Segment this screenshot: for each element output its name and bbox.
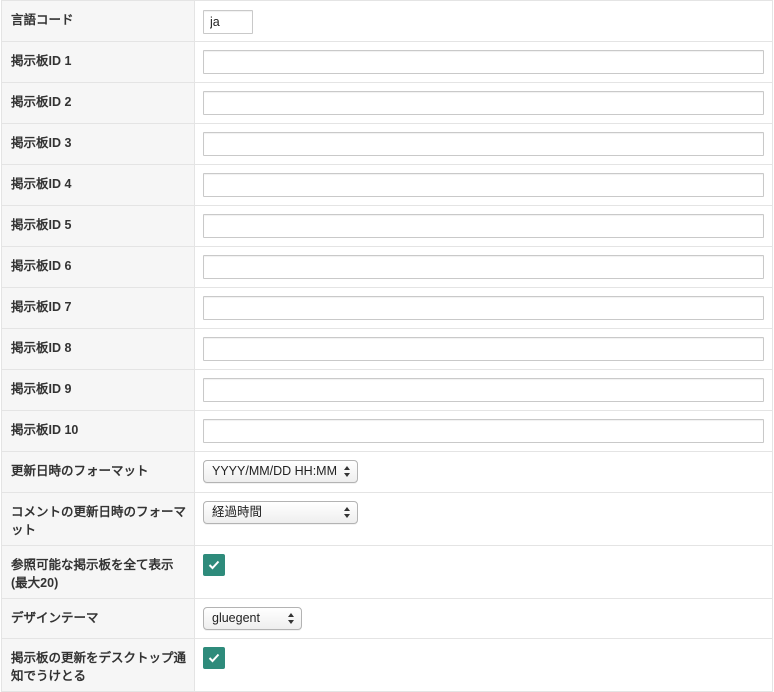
select-arrows-icon xyxy=(288,612,296,626)
board-id-2-input[interactable] xyxy=(203,91,764,115)
lang-code-input[interactable] xyxy=(203,10,253,34)
settings-row-lang: 言語コード xyxy=(1,0,773,42)
board-id-label: 掲示板ID 2 xyxy=(1,82,195,124)
board-id-label: 掲示板ID 6 xyxy=(1,246,195,288)
board-id-label: 掲示板ID 5 xyxy=(1,205,195,247)
board-id-cell xyxy=(194,287,773,329)
board-id-7-input[interactable] xyxy=(203,296,764,320)
settings-row-show-all-boards: 参照可能な掲示板を全て表示(最大20) xyxy=(1,545,773,599)
comment-date-format-select[interactable]: 経過時間 xyxy=(203,501,358,524)
board-id-cell xyxy=(194,164,773,206)
show-all-boards-cell xyxy=(194,545,773,599)
settings-row-board: 掲示板ID 2 xyxy=(1,82,773,124)
lang-cell xyxy=(194,0,773,42)
date-format-label: 更新日時のフォーマット xyxy=(1,451,195,493)
board-id-label: 掲示板ID 1 xyxy=(1,41,195,83)
check-icon xyxy=(208,653,220,663)
design-theme-cell: gluegent xyxy=(194,598,773,639)
select-arrows-icon xyxy=(344,506,352,520)
board-id-cell xyxy=(194,328,773,370)
settings-row-board: 掲示板ID 5 xyxy=(1,205,773,247)
board-id-label: 掲示板ID 8 xyxy=(1,328,195,370)
desktop-notify-label: 掲示板の更新をデスクトップ通知でうけとる xyxy=(1,638,195,692)
settings-row-board: 掲示板ID 9 xyxy=(1,369,773,411)
board-id-cell xyxy=(194,246,773,288)
board-id-cell xyxy=(194,410,773,452)
select-arrows-icon xyxy=(344,465,352,479)
settings-row-board: 掲示板ID 3 xyxy=(1,123,773,165)
board-id-cell xyxy=(194,82,773,124)
settings-row-board: 掲示板ID 1 xyxy=(1,41,773,83)
board-id-cell xyxy=(194,369,773,411)
board-id-label: 掲示板ID 10 xyxy=(1,410,195,452)
date-format-selected: YYYY/MM/DD HH:MM xyxy=(212,464,337,478)
board-id-5-input[interactable] xyxy=(203,214,764,238)
board-id-1-input[interactable] xyxy=(203,50,764,74)
board-id-label: 掲示板ID 4 xyxy=(1,164,195,206)
board-id-8-input[interactable] xyxy=(203,337,764,361)
board-id-9-input[interactable] xyxy=(203,378,764,402)
desktop-notify-checkbox[interactable] xyxy=(203,647,225,669)
board-id-cell xyxy=(194,205,773,247)
board-id-3-input[interactable] xyxy=(203,132,764,156)
design-theme-label: デザインテーマ xyxy=(1,598,195,639)
settings-row-board: 掲示板ID 10 xyxy=(1,410,773,452)
show-all-boards-checkbox[interactable] xyxy=(203,554,225,576)
settings-row-desktop-notify: 掲示板の更新をデスクトップ通知でうけとる xyxy=(1,638,773,692)
board-id-cell xyxy=(194,123,773,165)
settings-row-board: 掲示板ID 4 xyxy=(1,164,773,206)
board-id-cell xyxy=(194,41,773,83)
board-id-label: 掲示板ID 7 xyxy=(1,287,195,329)
board-id-6-input[interactable] xyxy=(203,255,764,279)
settings-row-board: 掲示板ID 7 xyxy=(1,287,773,329)
show-all-boards-label: 参照可能な掲示板を全て表示(最大20) xyxy=(1,545,195,599)
board-id-4-input[interactable] xyxy=(203,173,764,197)
date-format-select[interactable]: YYYY/MM/DD HH:MM xyxy=(203,460,358,483)
settings-row-board: 掲示板ID 6 xyxy=(1,246,773,288)
settings-row-date-format: 更新日時のフォーマット YYYY/MM/DD HH:MM xyxy=(1,451,773,493)
board-id-10-input[interactable] xyxy=(203,419,764,443)
check-icon xyxy=(208,560,220,570)
settings-row-comment-date-format: コメントの更新日時のフォーマット 経過時間 xyxy=(1,492,773,546)
design-theme-selected: gluegent xyxy=(212,611,260,625)
settings-row-design-theme: デザインテーマ gluegent xyxy=(1,598,773,639)
desktop-notify-cell xyxy=(194,638,773,692)
comment-date-format-label: コメントの更新日時のフォーマット xyxy=(1,492,195,546)
board-id-label: 掲示板ID 3 xyxy=(1,123,195,165)
date-format-cell: YYYY/MM/DD HH:MM xyxy=(194,451,773,493)
design-theme-select[interactable]: gluegent xyxy=(203,607,302,630)
settings-table: 言語コード 掲示板ID 1 掲示板ID 2 掲示板ID 3 掲示板ID 4 掲示… xyxy=(1,0,773,692)
comment-date-format-selected: 経過時間 xyxy=(212,505,263,519)
board-id-label: 掲示板ID 9 xyxy=(1,369,195,411)
comment-date-format-cell: 経過時間 xyxy=(194,492,773,546)
settings-row-board: 掲示板ID 8 xyxy=(1,328,773,370)
lang-label: 言語コード xyxy=(1,0,195,42)
